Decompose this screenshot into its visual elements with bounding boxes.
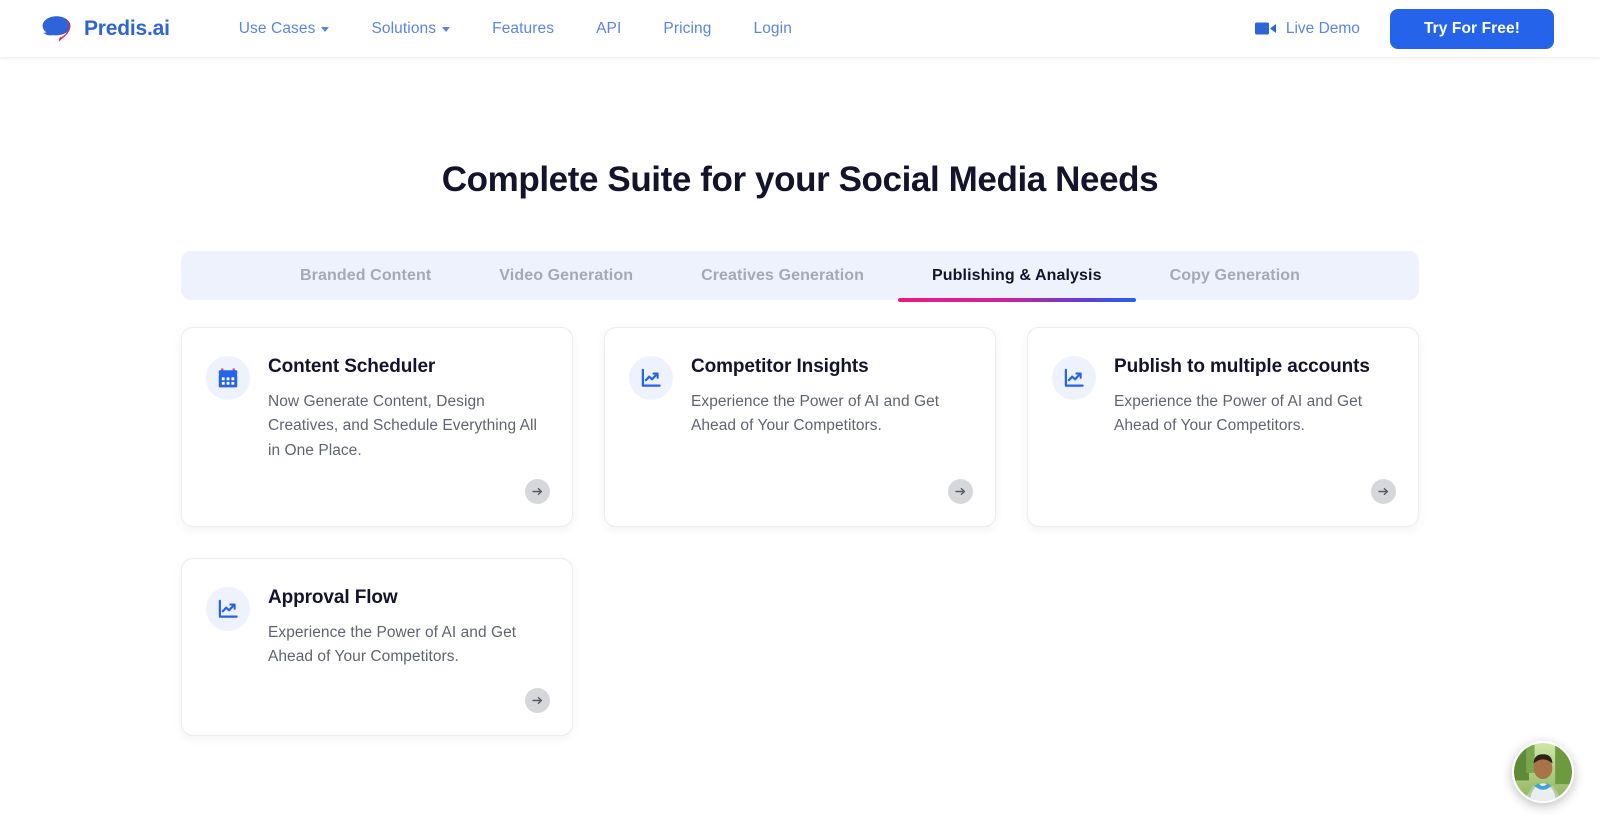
feature-cards-grid: Content Scheduler Now Generate Content, … xyxy=(181,327,1419,736)
arrow-right-icon[interactable] xyxy=(1371,479,1396,504)
feature-tabs: Branded Content Video Generation Creativ… xyxy=(181,251,1419,302)
nav-item-login[interactable]: Login xyxy=(732,14,812,44)
live-demo-link[interactable]: Live Demo xyxy=(1247,14,1368,44)
nav-right-actions: Live Demo Try For Free! xyxy=(1247,8,1554,49)
feature-card-description: Experience the Power of AI and Get Ahead… xyxy=(268,623,517,666)
nav-item-features[interactable]: Features xyxy=(471,14,575,44)
chevron-down-icon xyxy=(442,27,451,32)
nav-item-solutions-label: Solutions xyxy=(371,19,437,37)
top-navigation-bar: Predis.ai Use Cases Solutions Features A… xyxy=(0,0,1600,57)
video-camera-icon xyxy=(1254,21,1277,36)
feature-card-description: Now Generate Content, Design Creatives, … xyxy=(268,392,537,459)
line-chart-trending-up-icon xyxy=(1052,356,1096,400)
speech-bubble-logo-icon xyxy=(40,14,74,44)
chevron-down-icon xyxy=(321,27,330,32)
feature-card-title: Competitor Insights xyxy=(691,356,869,377)
nav-item-use-cases-label: Use Cases xyxy=(238,19,316,37)
tab-publishing-and-analysis[interactable]: Publishing & Analysis xyxy=(898,251,1136,302)
primary-nav: Use Cases Solutions Features API Pricing… xyxy=(218,14,813,44)
nav-item-use-cases[interactable]: Use Cases xyxy=(218,14,351,44)
feature-card-publish-to-multiple-accounts[interactable]: Publish to multiple accounts Experience … xyxy=(1027,327,1419,527)
live-demo-label: Live Demo xyxy=(1285,19,1360,37)
arrow-right-icon[interactable] xyxy=(525,688,550,713)
page-content: Complete Suite for your Social Media Nee… xyxy=(0,57,1600,819)
arrow-right-icon[interactable] xyxy=(525,479,550,504)
nav-item-solutions[interactable]: Solutions xyxy=(350,14,471,44)
brand-name-text: Predis.ai xyxy=(84,16,170,40)
feature-card-body: Approval Flow Experience the Power of AI… xyxy=(268,585,548,721)
feature-card-content-scheduler[interactable]: Content Scheduler Now Generate Content, … xyxy=(181,327,573,527)
line-chart-trending-up-icon xyxy=(629,356,673,400)
line-chart-trending-up-icon xyxy=(206,587,250,631)
arrow-right-icon[interactable] xyxy=(948,479,973,504)
feature-card-approval-flow[interactable]: Approval Flow Experience the Power of AI… xyxy=(181,558,573,736)
feature-card-title: Publish to multiple accounts xyxy=(1114,356,1370,377)
feature-card-description: Experience the Power of AI and Get Ahead… xyxy=(1114,392,1363,435)
user-avatar-photo-icon[interactable] xyxy=(1512,741,1574,803)
tab-copy-generation[interactable]: Copy Generation xyxy=(1136,251,1334,300)
feature-card-body: Publish to multiple accounts Experience … xyxy=(1114,354,1394,512)
tab-video-generation[interactable]: Video Generation xyxy=(465,251,667,300)
try-for-free-button[interactable]: Try For Free! xyxy=(1389,8,1554,49)
feature-card-body: Content Scheduler Now Generate Content, … xyxy=(268,354,548,512)
nav-item-api[interactable]: API xyxy=(575,14,642,44)
brand-logo-link[interactable]: Predis.ai xyxy=(40,14,170,44)
feature-card-title: Content Scheduler xyxy=(268,356,436,377)
feature-card-body: Competitor Insights Experience the Power… xyxy=(691,354,971,512)
feature-card-title: Approval Flow xyxy=(268,587,398,608)
page-title: Complete Suite for your Social Media Nee… xyxy=(441,160,1159,199)
feature-card-description: Experience the Power of AI and Get Ahead… xyxy=(691,392,940,435)
calendar-icon xyxy=(206,356,250,400)
nav-item-pricing[interactable]: Pricing xyxy=(642,14,732,44)
tab-creatives-generation[interactable]: Creatives Generation xyxy=(667,251,898,300)
feature-card-competitor-insights[interactable]: Competitor Insights Experience the Power… xyxy=(604,327,996,527)
tab-branded-content[interactable]: Branded Content xyxy=(266,251,465,300)
